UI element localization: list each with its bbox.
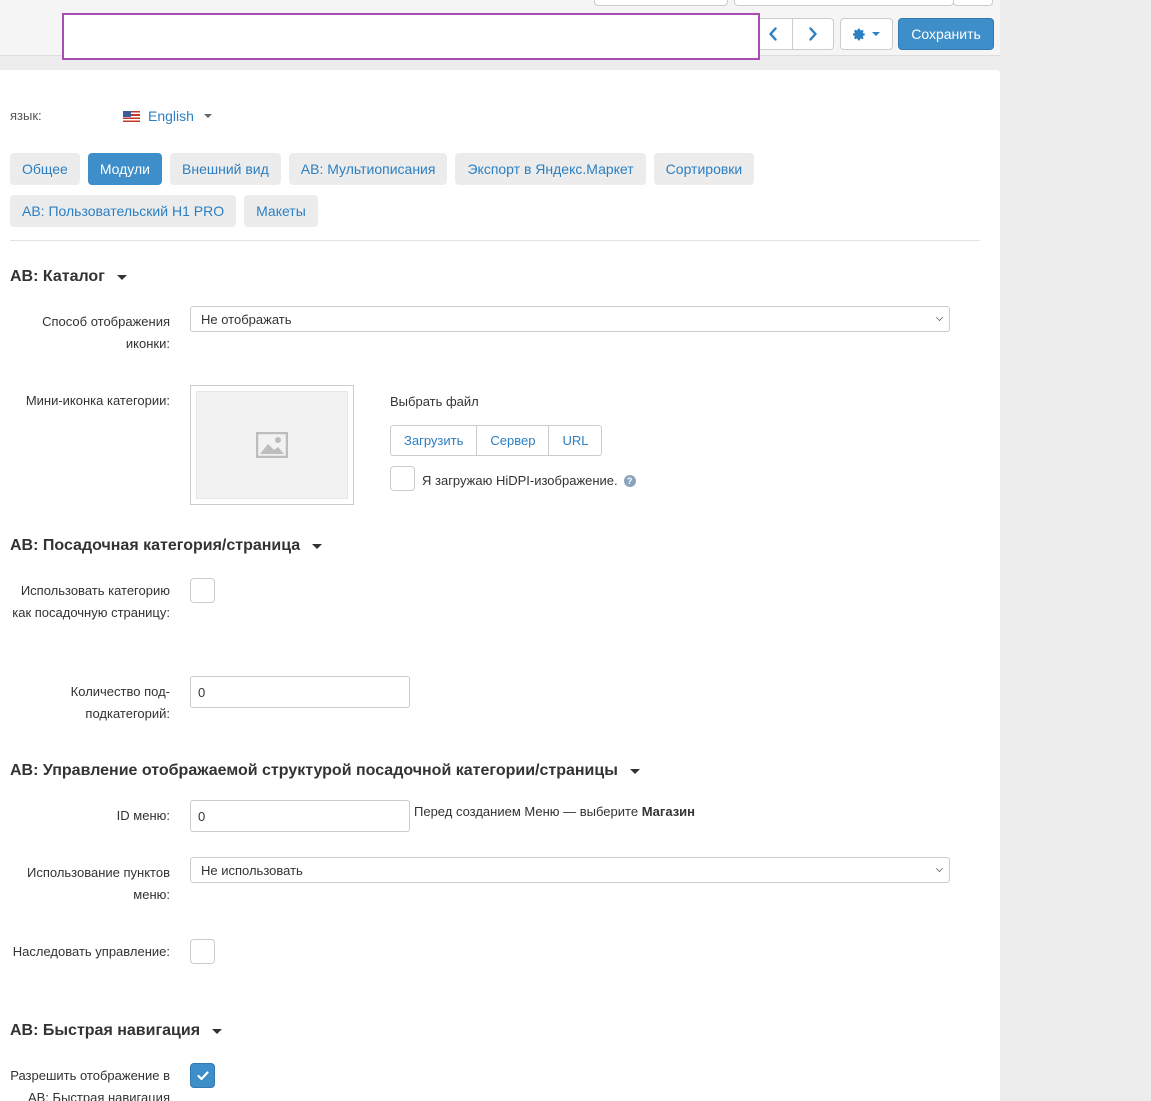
hidpi-label-text: Я загружаю HiDPI-изображение.: [422, 473, 618, 488]
menu-hint-store: Магазин: [641, 804, 696, 819]
chevron-down-icon: [212, 1028, 223, 1034]
inherit-label: Наследовать управление:: [12, 944, 170, 959]
upload-local-button[interactable]: Загрузить: [390, 425, 478, 456]
icon-display-select[interactable]: Не отображать: [190, 306, 950, 332]
help-icon[interactable]: ?: [623, 474, 636, 487]
language-selector[interactable]: English: [123, 108, 212, 124]
chevron-down-icon: [629, 768, 640, 774]
top-toolbar: Сохранить: [0, 0, 1000, 60]
tab-bar: Общее Модули Внешний вид AB: Мультиописа…: [10, 153, 980, 227]
hidpi-label: Я загружаю HiDPI-изображение. ?: [422, 473, 636, 488]
section-landing-title[interactable]: AB: Посадочная категория/страница: [10, 537, 323, 555]
chevron-down-icon: [312, 543, 323, 549]
top-stub-middle: [734, 0, 954, 6]
pager-buttons: [752, 18, 834, 50]
choose-file-label: Выбрать файл: [390, 394, 479, 409]
upload-server-button[interactable]: Сервер: [477, 425, 550, 456]
subsub-count-label: Количество под-подкатегорий:: [70, 684, 170, 721]
menu-id-input[interactable]: 0: [190, 800, 410, 832]
use-as-landing-checkbox[interactable]: [190, 578, 215, 603]
settings-dropdown-button[interactable]: [840, 18, 893, 50]
tab-appearance[interactable]: Внешний вид: [170, 153, 281, 185]
upload-url-button[interactable]: URL: [549, 425, 603, 456]
us-flag-icon: [123, 110, 140, 122]
top-stub-left: [594, 0, 728, 6]
content-panel: язык: English Общее Модули Внешний вид A…: [0, 70, 1000, 1101]
tab-multidescriptions[interactable]: AB: Мультиописания: [288, 153, 448, 185]
chevron-down-icon: [872, 32, 880, 36]
gear-icon: [853, 28, 865, 40]
checkmark-icon: [196, 1070, 209, 1080]
tab-sortings[interactable]: Сортировки: [653, 153, 755, 185]
chevron-down-icon: [203, 114, 212, 118]
chevron-right-icon: [809, 27, 817, 41]
tab-layouts[interactable]: Макеты: [244, 195, 318, 227]
tab-modules[interactable]: Модули: [87, 153, 162, 185]
language-selected: English: [148, 108, 194, 124]
next-button[interactable]: [793, 18, 834, 50]
mini-icon-preview: [190, 385, 354, 505]
language-row: язык: English: [10, 108, 212, 124]
section-catalog-title-text: AB: Каталог: [10, 268, 105, 285]
quicknav-allow-checkbox[interactable]: [190, 1063, 215, 1088]
section-quicknav-title[interactable]: AB: Быстрая навигация: [10, 1022, 223, 1040]
menu-id-label: ID меню:: [116, 808, 170, 823]
subsub-count-value: 0: [198, 684, 206, 700]
menu-items-select-value: Не использовать: [201, 862, 303, 878]
language-label: язык:: [10, 108, 42, 123]
section-structure-title-text: AB: Управление отображаемой структурой п…: [10, 762, 618, 779]
chevron-down-icon: [936, 865, 943, 872]
image-placeholder: [196, 391, 348, 499]
menu-hint-text: Перед созданием Меню — выберите: [414, 804, 639, 819]
inherit-checkbox[interactable]: [190, 939, 215, 964]
top-stub-right: [953, 0, 993, 6]
tab-custom-h1-pro[interactable]: AB: Пользовательский H1 PRO: [10, 195, 237, 227]
menu-items-label: Использование пунктов меню:: [27, 865, 170, 902]
icon-display-select-value: Не отображать: [201, 311, 292, 327]
quicknav-allow-label: Разрешить отображение в AB: Быстрая нави…: [10, 1068, 170, 1101]
hidpi-checkbox[interactable]: [390, 466, 415, 491]
save-button[interactable]: Сохранить: [898, 18, 994, 50]
section-landing-title-text: AB: Посадочная категория/страница: [10, 537, 301, 554]
use-as-landing-label: Использовать категорию как посадочную ст…: [12, 583, 170, 620]
menu-id-value: 0: [198, 808, 206, 824]
subsub-count-input[interactable]: 0: [190, 676, 410, 708]
chevron-down-icon: [116, 274, 127, 280]
section-catalog-title[interactable]: AB: Каталог: [10, 268, 127, 286]
chevron-down-icon: [936, 314, 943, 321]
image-placeholder-icon: [256, 432, 288, 458]
chevron-left-icon: [768, 27, 777, 41]
section-quicknav-title-text: AB: Быстрая навигация: [10, 1022, 201, 1039]
section-structure-title[interactable]: AB: Управление отображаемой структурой п…: [10, 762, 640, 780]
highlighted-region: [62, 13, 760, 60]
settings-group: [840, 18, 893, 50]
tab-yandex-market-export[interactable]: Экспорт в Яндекс.Маркет: [455, 153, 646, 185]
icon-display-label: Способ отображения иконки:: [42, 314, 170, 351]
mini-icon-label: Мини-иконка категории:: [25, 393, 170, 408]
menu-items-select[interactable]: Не использовать: [190, 857, 950, 883]
tabs-divider: [10, 240, 980, 241]
menu-hint: Перед созданием Меню — выберите Магазин: [414, 804, 695, 819]
tab-general[interactable]: Общее: [10, 153, 80, 185]
upload-buttons: Загрузить Сервер URL: [390, 425, 603, 456]
